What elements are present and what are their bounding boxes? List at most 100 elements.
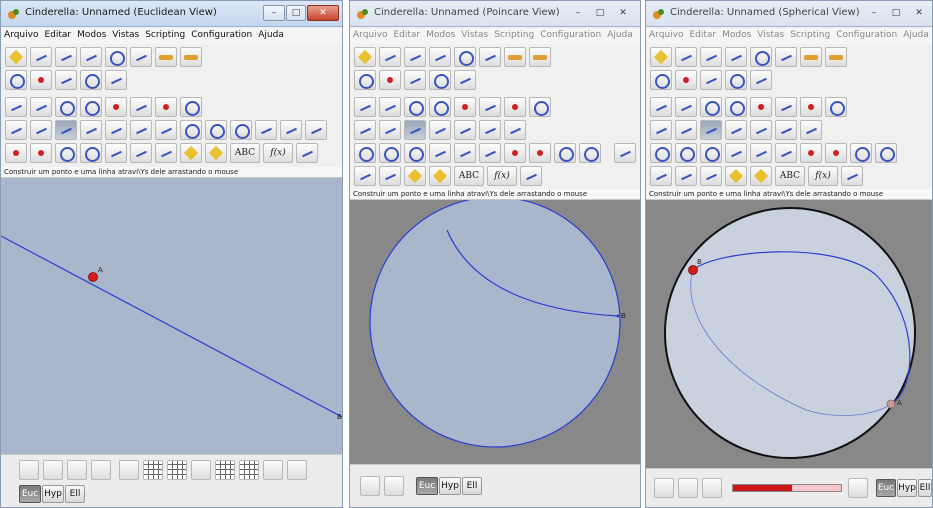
locus-icon[interactable]: [775, 143, 797, 163]
menu-modos[interactable]: Modos: [74, 28, 109, 40]
polygon-2-icon[interactable]: [30, 143, 52, 163]
measure-icon[interactable]: [579, 143, 601, 163]
menu-vistas[interactable]: Vistas: [458, 28, 491, 40]
select-icon[interactable]: [354, 70, 376, 90]
move-tool-icon[interactable]: [650, 97, 672, 117]
grid-snap-icon[interactable]: [167, 460, 187, 480]
euclidean-canvas[interactable]: A B: [1, 178, 342, 456]
home-icon[interactable]: [702, 478, 722, 498]
circle-center-icon[interactable]: [230, 120, 252, 140]
redo-icon[interactable]: [825, 47, 847, 67]
mode-hyp-button[interactable]: Hyp: [897, 479, 917, 497]
circle-select-icon[interactable]: [80, 70, 102, 90]
function-tool-icon[interactable]: f(x): [808, 166, 838, 186]
circle-tool-icon[interactable]: [825, 97, 847, 117]
angle-icon[interactable]: [354, 166, 376, 186]
arc-icon[interactable]: [750, 143, 772, 163]
save-as-icon[interactable]: [80, 47, 102, 67]
menu-vistas[interactable]: Vistas: [754, 28, 787, 40]
new-file-icon[interactable]: [354, 47, 376, 67]
arc-icon[interactable]: [280, 120, 302, 140]
rotation-slider[interactable]: [732, 484, 842, 492]
line-through-icon[interactable]: [700, 120, 722, 140]
line-tool-icon[interactable]: [379, 97, 401, 117]
print-icon[interactable]: [105, 47, 127, 67]
export-icon[interactable]: [479, 47, 501, 67]
circle-center-icon[interactable]: [700, 143, 722, 163]
save-icon[interactable]: [700, 47, 722, 67]
menu-configuration[interactable]: Configuration: [188, 28, 255, 40]
compass-tool-icon[interactable]: [429, 97, 451, 117]
add-point-icon[interactable]: [379, 70, 401, 90]
mode-euc-button[interactable]: Euc: [19, 485, 41, 503]
conic-5-icon[interactable]: [800, 120, 822, 140]
point-b[interactable]: [616, 314, 620, 318]
add-point-icon[interactable]: [675, 70, 697, 90]
settings-icon[interactable]: [750, 166, 772, 186]
circle-by-radius-icon[interactable]: [650, 143, 672, 163]
tri-grid-icon[interactable]: [239, 460, 259, 480]
distance-icon[interactable]: [105, 143, 127, 163]
menu-editar[interactable]: Editar: [686, 28, 719, 40]
menu-arquivo[interactable]: Arquivo: [646, 28, 686, 40]
distance-icon[interactable]: [650, 166, 672, 186]
segment-tool-icon[interactable]: [404, 97, 426, 117]
triangle-measure-icon[interactable]: [520, 166, 542, 186]
transform-icon[interactable]: [55, 143, 77, 163]
angle-bisector-icon[interactable]: [80, 120, 102, 140]
arc-icon[interactable]: [454, 143, 476, 163]
transform-icon[interactable]: [554, 143, 576, 163]
compass-tool-icon[interactable]: [725, 97, 747, 117]
undo-icon[interactable]: [155, 47, 177, 67]
polygon-icon[interactable]: [5, 143, 27, 163]
pin-icon[interactable]: [119, 460, 139, 480]
menu-scripting[interactable]: Scripting: [787, 28, 833, 40]
new-file-icon[interactable]: [5, 47, 27, 67]
zoom-icon[interactable]: [43, 460, 63, 480]
distance-icon[interactable]: [614, 143, 636, 163]
intersection-tool-icon[interactable]: [775, 97, 797, 117]
open-icon[interactable]: [379, 47, 401, 67]
text-tool-icon[interactable]: ABC: [454, 166, 484, 186]
midpoint-tool-icon[interactable]: [155, 97, 177, 117]
close-button[interactable]: ✕: [307, 5, 339, 21]
polygon-icon[interactable]: [504, 143, 526, 163]
perpendicular-icon[interactable]: [650, 120, 672, 140]
move-tool-icon[interactable]: [354, 97, 376, 117]
export-icon[interactable]: [130, 47, 152, 67]
area-icon[interactable]: [700, 166, 722, 186]
measure-icon[interactable]: [80, 143, 102, 163]
minimize-button[interactable]: –: [263, 5, 285, 21]
angle-bisector-icon[interactable]: [429, 120, 451, 140]
redo-icon[interactable]: [529, 47, 551, 67]
delete-icon[interactable]: [750, 70, 772, 90]
print-icon[interactable]: [750, 47, 772, 67]
minimize-button[interactable]: –: [864, 5, 884, 21]
euclidean-line[interactable]: [1, 235, 343, 418]
intersect-icon[interactable]: [404, 70, 426, 90]
line-tool-icon[interactable]: [675, 97, 697, 117]
compass-tool-icon[interactable]: [80, 97, 102, 117]
menu-scripting[interactable]: Scripting: [491, 28, 537, 40]
animation-icon[interactable]: [725, 166, 747, 186]
text-tool-icon[interactable]: ABC: [230, 143, 260, 163]
maximize-button[interactable]: □: [590, 5, 610, 21]
locus-icon[interactable]: [479, 143, 501, 163]
axes-icon[interactable]: [191, 460, 211, 480]
area-icon[interactable]: [155, 143, 177, 163]
midpoint-tool-icon[interactable]: [800, 97, 822, 117]
conic-5-icon[interactable]: [155, 120, 177, 140]
conic-icon[interactable]: [130, 120, 152, 140]
angle-bisector-icon[interactable]: [725, 120, 747, 140]
polygon-icon[interactable]: [800, 143, 822, 163]
menu-configuration[interactable]: Configuration: [833, 28, 900, 40]
animation-icon[interactable]: [180, 143, 202, 163]
mirror-icon[interactable]: [725, 143, 747, 163]
intersection-tool-icon[interactable]: [130, 97, 152, 117]
parallel-icon[interactable]: [30, 120, 52, 140]
segment-tool-icon[interactable]: [55, 97, 77, 117]
measure-icon[interactable]: [875, 143, 897, 163]
export-icon[interactable]: [775, 47, 797, 67]
circle-3-icon[interactable]: [205, 120, 227, 140]
zoom-icon[interactable]: [678, 478, 698, 498]
